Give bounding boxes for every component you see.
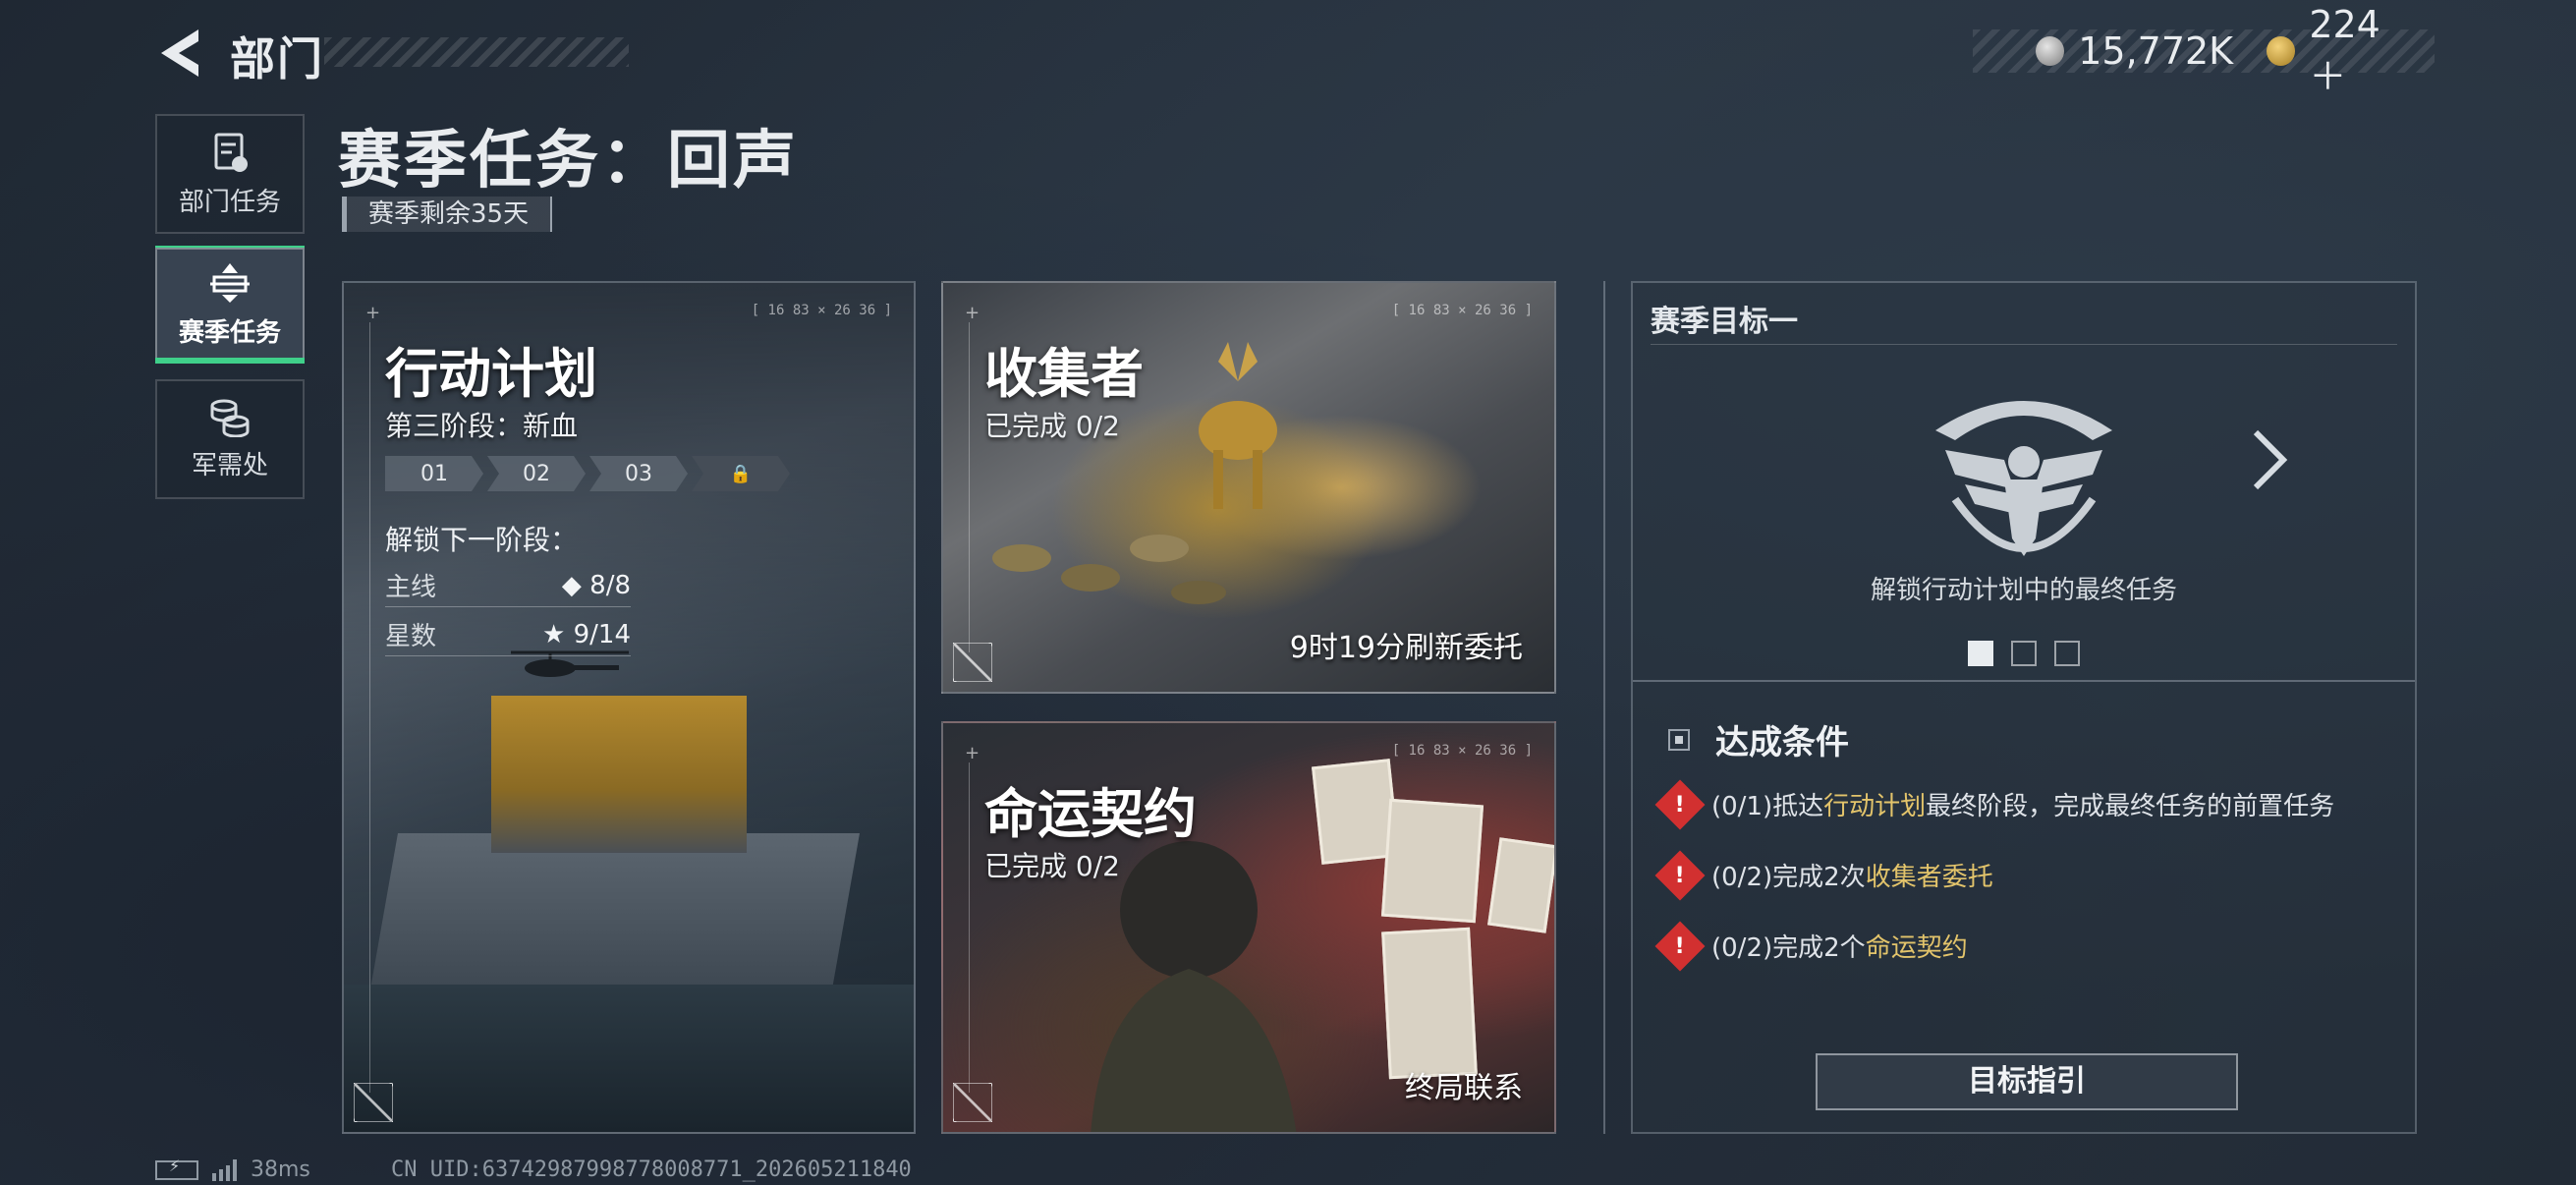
back-button[interactable]: [155, 26, 204, 81]
card-guide-line: [369, 322, 370, 1093]
goal-title-separator: [1651, 344, 2397, 345]
card-code: [ 16 83 × 26 36 ]: [1391, 743, 1533, 759]
next-goal-button[interactable]: [2250, 428, 2289, 507]
sidebar-item-label: 赛季任务: [178, 317, 281, 348]
pager-dot[interactable]: [2054, 641, 2080, 666]
page-title: 赛季任务：回声: [338, 125, 799, 198]
sea-illustration: [344, 985, 914, 1132]
condition-text: (0/1)抵达行动计划最终阶段，完成最终任务的前置任务: [1711, 792, 2335, 821]
season-goal-panel: 赛季目标一 解锁行动计划中的最终任务 达成条件 ! (0/1)抵达行动计划最终阶…: [1631, 281, 2417, 1134]
crosshair-icon: +: [965, 743, 980, 763]
requirement-label: 星数: [385, 622, 437, 651]
active-indicator-bottom: [155, 358, 305, 364]
corner-marker-icon: [354, 1083, 393, 1122]
condition-item: ! (0/2)完成2个命运契约: [1654, 921, 1968, 971]
warning-icon: !: [1654, 779, 1706, 829]
conditions-title: 达成条件: [1715, 723, 1849, 762]
battery-icon: [155, 1157, 198, 1180]
season-mission-icon: [210, 262, 250, 303]
pier-illustration: [368, 833, 860, 1000]
card-guide-line: [969, 762, 970, 1093]
unlock-next-title: 解锁下一阶段：: [385, 524, 579, 556]
gold-currency-value[interactable]: 224＋: [2309, 3, 2415, 100]
user-uid: CN UID:6374298799877800877​1_20260521184…: [391, 1157, 912, 1182]
goal-pager: [1633, 641, 2415, 666]
eagle-emblem-icon: [1935, 401, 2112, 556]
sidebar-item-label: 军需处: [191, 450, 268, 480]
pager-dot[interactable]: [1968, 641, 1993, 666]
requirement-row: 星数 ★ 9/14: [385, 613, 631, 656]
card-footer-label: 终局联系: [1405, 1071, 1523, 1105]
card-title: 行动计划: [385, 343, 597, 405]
chevron-right-icon: [2253, 429, 2288, 490]
season-remaining-badge: 赛季剩余35天: [342, 197, 553, 232]
stage-step: 01: [385, 456, 483, 491]
panel-divider-line: [1603, 281, 1605, 1134]
checkbox-icon: [1668, 728, 1690, 751]
crosshair-icon: +: [965, 303, 980, 323]
corner-marker-icon: [953, 643, 992, 682]
goal-guide-button[interactable]: 目标指引: [1816, 1053, 2238, 1110]
back-arrow-icon: [161, 29, 198, 77]
condition-text: (0/2)完成2次收集者委托: [1711, 863, 1993, 892]
coin-stack-icon: [210, 399, 250, 437]
goal-title: 赛季目标一: [1651, 305, 1798, 339]
signal-icon: [212, 1158, 237, 1181]
coins-illustration: [992, 535, 1226, 604]
card-action-plan[interactable]: + [ 16 83 × 26 36 ] 行动计划 第三阶段：新血 01 02 0…: [342, 281, 916, 1134]
golden-deer-illustration: [1199, 342, 1277, 509]
card-code: [ 16 83 × 26 36 ]: [751, 303, 892, 318]
ping-value: 38ms: [251, 1157, 310, 1182]
card-code: [ 16 83 × 26 36 ]: [1391, 303, 1533, 318]
card-guide-line: [969, 322, 970, 652]
building-illustration: [491, 696, 747, 853]
header-title: 部门: [230, 32, 324, 85]
gold-coin-icon: [2267, 36, 2296, 66]
card-progress: 已完成 0/2: [984, 410, 1120, 442]
requirement-row: 主线 ◆ 8/8: [385, 564, 631, 607]
pager-dot[interactable]: [2011, 641, 2037, 666]
condition-text: (0/2)完成2个命运契约: [1711, 933, 1968, 963]
goal-description: 解锁行动计划中的最终任务: [1870, 576, 2177, 605]
corner-marker-icon: [953, 1083, 992, 1122]
wanted-poster: [1381, 927, 1478, 1080]
card-progress: 已完成 0/2: [984, 850, 1120, 882]
stage-step: 02: [487, 456, 586, 491]
sidebar-item-quartermaster[interactable]: 军需处: [155, 379, 305, 499]
card-title: 收集者: [984, 343, 1144, 405]
clipboard-icon: [214, 133, 248, 172]
conditions-header: 达成条件: [1668, 715, 1849, 763]
wanted-poster: [1380, 798, 1484, 924]
card-collector[interactable]: + [ 16 83 × 26 36 ] 收集者 已完成 0/2 9时19分刷新委…: [941, 281, 1556, 694]
lock-icon: 🔒: [692, 456, 790, 491]
sidebar-item-label: 部门任务: [178, 187, 281, 217]
title-stripe-decoration: [324, 37, 629, 67]
wanted-poster: [1487, 837, 1554, 933]
stage-subtitle: 第三阶段：新血: [385, 410, 579, 442]
condition-item: ! (0/2)完成2次收集者委托: [1654, 850, 1993, 900]
goal-section-divider: [1633, 680, 2415, 682]
hooded-figure-illustration: [1091, 841, 1297, 1132]
silver-coin-icon: [2036, 36, 2065, 66]
card-title: 命运契约: [984, 783, 1197, 845]
stage-progress: 01 02 03 🔒: [385, 456, 794, 491]
silver-currency-value: 15,772K: [2078, 29, 2234, 73]
requirement-label: 主线: [385, 573, 437, 602]
requirement-value: ◆ 8/8: [561, 570, 631, 600]
refresh-timer: 9时19分刷新委托: [1289, 631, 1523, 665]
requirement-value: ★ 9/14: [542, 619, 631, 649]
stage-step: 03: [589, 456, 688, 491]
warning-icon: !: [1654, 850, 1706, 900]
condition-item: ! (0/1)抵达行动计划最终阶段，完成最终任务的前置任务: [1654, 779, 2335, 829]
currency-bar: 15,772K 224＋: [1973, 3, 2435, 98]
warning-icon: !: [1654, 921, 1706, 971]
status-bar: 38ms: [155, 1157, 310, 1182]
crosshair-icon: +: [365, 303, 381, 323]
sidebar-item-dept-missions[interactable]: 部门任务: [155, 114, 305, 234]
card-fate-contract[interactable]: + [ 16 83 × 26 36 ] 命运契约 已完成 0/2 终局联系: [941, 721, 1556, 1134]
sidebar-item-season-missions[interactable]: 赛季任务: [155, 248, 305, 362]
